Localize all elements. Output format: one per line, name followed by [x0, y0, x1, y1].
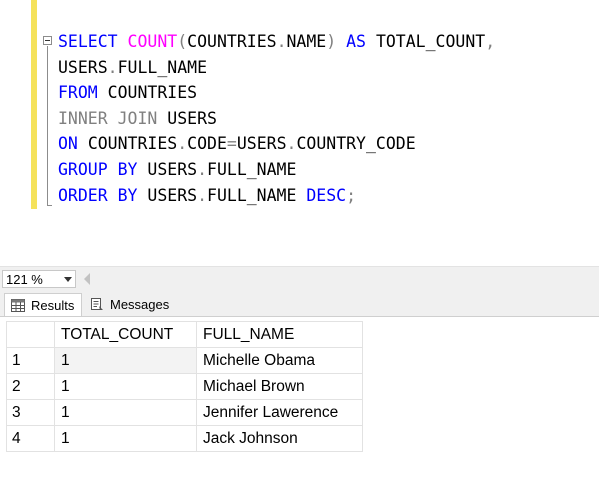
- results-grid[interactable]: TOTAL_COUNT FULL_NAME 1 1 Michelle Obama 2 1…: [6, 321, 363, 452]
- outline-line: [47, 46, 48, 206]
- cell-total-count[interactable]: 1: [54, 425, 197, 452]
- row-number[interactable]: 2: [6, 373, 55, 400]
- code-token: =: [226, 134, 237, 154]
- code-line[interactable]: SELECT COUNT(COUNTRIES.NAME) AS TOTAL_CO…: [58, 29, 495, 55]
- code-line[interactable]: GROUP BY USERS.FULL_NAME: [58, 157, 495, 183]
- code-token: USERS: [147, 185, 198, 205]
- code-token: ;: [346, 185, 357, 205]
- outline-end: [47, 205, 52, 206]
- table-row[interactable]: 2 1 Michael Brown: [6, 373, 363, 400]
- code-token: FROM: [58, 83, 108, 103]
- table-row[interactable]: 3 1 Jennifer Lawerence: [6, 399, 363, 426]
- column-header-total-count[interactable]: TOTAL_COUNT: [54, 321, 197, 348]
- code-token: FULL_NAME: [207, 159, 297, 179]
- tab-messages-label: Messages: [110, 297, 170, 312]
- query-editor[interactable]: SELECT COUNT(COUNTRIES.NAME) AS TOTAL_CO…: [0, 0, 599, 266]
- code-token: ORDER BY: [58, 185, 148, 205]
- code-token: .: [276, 32, 287, 51]
- grid-header-row: TOTAL_COUNT FULL_NAME: [6, 321, 363, 348]
- code-token: TOTAL_COUNT: [375, 32, 486, 51]
- dropdown-arrow-icon[interactable]: [64, 277, 72, 282]
- code-token: USERS: [147, 159, 198, 179]
- code-token: .: [286, 134, 297, 154]
- row-header-corner[interactable]: [6, 321, 55, 348]
- cell-full-name[interactable]: Jennifer Lawerence: [196, 399, 363, 426]
- code-token: FULL_NAME: [117, 57, 208, 77]
- collapse-icon[interactable]: [43, 36, 52, 45]
- code-token: .: [197, 185, 208, 205]
- tab-results[interactable]: Results: [4, 293, 82, 316]
- code-token: COUNTRIES: [87, 134, 178, 154]
- tab-messages[interactable]: Messages: [84, 293, 178, 316]
- code-token: ,: [485, 32, 496, 51]
- column-header-full-name[interactable]: FULL_NAME: [196, 321, 363, 348]
- row-number[interactable]: 4: [6, 425, 55, 452]
- code-token: ): [326, 32, 347, 51]
- change-tracking-bar: [31, 0, 37, 209]
- results-pane: TOTAL_COUNT FULL_NAME 1 1 Michelle Obama 2 1…: [0, 316, 599, 501]
- code-token: FULL_NAME: [207, 185, 307, 205]
- code-token: .: [107, 57, 118, 77]
- result-tabs: Results Messages: [0, 290, 599, 316]
- cell-total-count[interactable]: 1: [54, 399, 197, 426]
- cell-total-count[interactable]: 1: [54, 347, 197, 374]
- code-line[interactable]: INNER JOIN USERS: [58, 106, 495, 132]
- code-token: USERS: [236, 134, 287, 154]
- code-token: AS: [346, 32, 376, 51]
- code-token: ON: [58, 134, 88, 154]
- code-token: DESC: [306, 185, 347, 205]
- code-line[interactable]: ORDER BY USERS.FULL_NAME DESC;: [58, 183, 495, 209]
- sql-code[interactable]: SELECT COUNT(COUNTRIES.NAME) AS TOTAL_CO…: [58, 29, 495, 208]
- code-token: SELECT: [58, 32, 128, 51]
- tab-results-label: Results: [31, 297, 75, 313]
- code-token: CODE: [187, 134, 227, 154]
- cell-full-name[interactable]: Michael Brown: [196, 373, 363, 400]
- code-line[interactable]: USERS.FULL_NAME: [58, 55, 495, 81]
- code-token: (: [177, 32, 188, 51]
- row-number[interactable]: 3: [6, 399, 55, 426]
- zoom-value: 121 %: [6, 272, 43, 287]
- code-token: COUNTRY_CODE: [296, 134, 416, 154]
- cell-full-name[interactable]: Jack Johnson: [196, 425, 363, 452]
- zoom-dropdown[interactable]: 121 %: [2, 270, 76, 288]
- code-token: .: [177, 134, 188, 154]
- table-row[interactable]: 4 1 Jack Johnson: [6, 425, 363, 452]
- cell-full-name[interactable]: Michelle Obama: [196, 347, 363, 374]
- code-token: .: [197, 159, 208, 179]
- code-token: GROUP BY: [58, 159, 148, 179]
- code-token: COUNT: [127, 32, 178, 51]
- code-line[interactable]: ON COUNTRIES.CODE=USERS.COUNTRY_CODE: [58, 131, 495, 157]
- code-token: COUNTRIES: [187, 32, 277, 51]
- code-token: USERS: [58, 57, 108, 77]
- code-token: INNER JOIN: [58, 108, 168, 128]
- row-number[interactable]: 1: [6, 347, 55, 374]
- results-grid-icon: [11, 298, 25, 312]
- code-token: NAME: [286, 32, 327, 51]
- table-row[interactable]: 1 1 Michelle Obama: [6, 347, 363, 374]
- code-token: USERS: [167, 108, 217, 128]
- code-token: COUNTRIES: [107, 83, 198, 103]
- scroll-left-icon[interactable]: [84, 273, 90, 285]
- zoom-bar: 121 %: [0, 266, 599, 290]
- code-line[interactable]: FROM COUNTRIES: [58, 80, 495, 106]
- messages-icon: [91, 298, 103, 310]
- cell-total-count[interactable]: 1: [54, 373, 197, 400]
